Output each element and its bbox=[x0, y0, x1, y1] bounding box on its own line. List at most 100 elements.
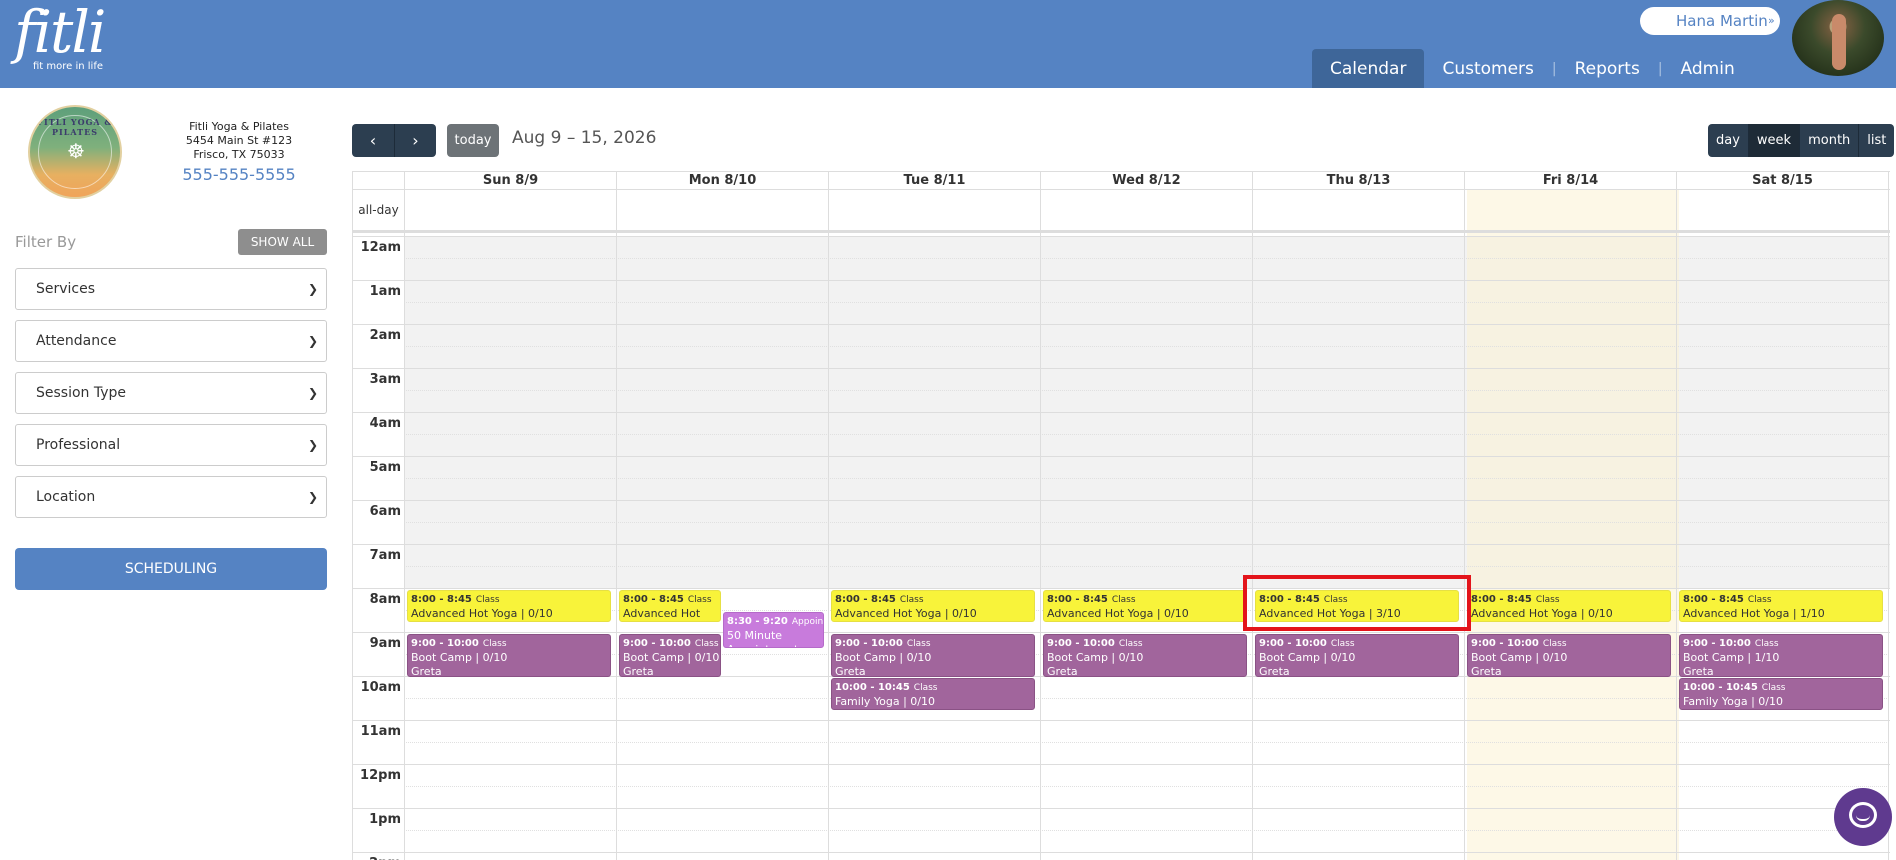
selection-highlight bbox=[1243, 575, 1471, 631]
main-nav: Calendar Customers | Reports | Admin bbox=[1312, 49, 1753, 88]
services-select[interactable]: Services ❯ bbox=[15, 268, 327, 310]
event-type: Class bbox=[482, 639, 507, 649]
event-type: Class bbox=[899, 595, 924, 605]
scheduling-button[interactable]: SCHEDULING bbox=[15, 548, 327, 590]
today-button[interactable]: today bbox=[447, 124, 499, 157]
nav-reports[interactable]: Reports bbox=[1557, 49, 1658, 88]
time-slot-row[interactable]: 2pm bbox=[353, 852, 1890, 860]
event-title: Boot Camp | 0/10 bbox=[1259, 651, 1356, 664]
calendar-event[interactable]: 9:00 - 10:00 Class Boot Camp | 0/10 Greta bbox=[1467, 634, 1671, 677]
event-title: Boot Camp | 0/10 bbox=[1471, 651, 1568, 664]
calendar-event[interactable]: 9:00 - 10:00 Class Boot Camp | 0/10 Greta bbox=[1255, 634, 1459, 677]
time-slot-row[interactable]: 1pm bbox=[353, 808, 1890, 852]
event-type: Class bbox=[1535, 595, 1560, 605]
event-time: 8:00 - 8:45 bbox=[835, 594, 896, 605]
all-day-row[interactable]: all-day bbox=[353, 190, 1890, 233]
chevron-down-icon: » bbox=[1768, 14, 1775, 27]
studio-address-line1: 5454 Main St #123 bbox=[185, 134, 293, 147]
nav-calendar[interactable]: Calendar bbox=[1312, 49, 1425, 88]
time-slot-row[interactable]: 12am bbox=[353, 236, 1890, 280]
time-slot-row[interactable]: 12pm bbox=[353, 764, 1890, 808]
time-slot-row[interactable]: 11am bbox=[353, 720, 1890, 764]
day-header-5[interactable]: Fri 8/14 bbox=[1464, 172, 1676, 189]
event-professional: Greta bbox=[1047, 665, 1078, 677]
logo-wordmark: fitli bbox=[14, 0, 106, 66]
day-header-0[interactable]: Sun 8/9 bbox=[404, 172, 616, 189]
view-month-button[interactable]: month bbox=[1799, 124, 1858, 157]
event-title: Boot Camp | 0/10 bbox=[623, 651, 720, 664]
professional-select[interactable]: Professional ❯ bbox=[15, 424, 327, 466]
fitli-logo[interactable]: fitli fit more in life bbox=[14, 0, 106, 72]
chevron-down-icon: ❯ bbox=[307, 438, 318, 452]
view-week-button[interactable]: week bbox=[1747, 124, 1800, 157]
time-slot-row[interactable]: 1am bbox=[353, 280, 1890, 324]
prev-week-button[interactable]: ‹ bbox=[352, 124, 394, 157]
calendar-event[interactable]: 9:00 - 10:00 Class Boot Camp | 0/10 Greta bbox=[831, 634, 1035, 677]
event-professional: Greta bbox=[1259, 665, 1290, 677]
calendar-event[interactable]: 9:00 - 10:00 Class Boot Camp | 0/10 Greta bbox=[407, 634, 611, 677]
calendar-event[interactable]: 10:00 - 10:45 Class Family Yoga | 0/10 bbox=[831, 678, 1035, 710]
session-type-select[interactable]: Session Type ❯ bbox=[15, 372, 327, 414]
next-week-button[interactable]: › bbox=[394, 124, 436, 157]
nav-customers[interactable]: Customers bbox=[1424, 49, 1551, 88]
event-time: 8:00 - 8:45 bbox=[411, 594, 472, 605]
day-header-1[interactable]: Mon 8/10 bbox=[616, 172, 828, 189]
user-avatar[interactable] bbox=[1790, 0, 1886, 78]
time-slot-row[interactable]: 7am bbox=[353, 544, 1890, 588]
event-time: 9:00 - 10:00 bbox=[623, 638, 691, 649]
chevron-down-icon: ❯ bbox=[307, 490, 318, 504]
event-type: Class bbox=[1330, 639, 1355, 649]
attendance-select[interactable]: Attendance ❯ bbox=[15, 320, 327, 362]
studio-logo: FITLI YOGA & PILATES ☸ bbox=[28, 105, 122, 199]
view-day-button[interactable]: day bbox=[1708, 124, 1748, 157]
calendar-event[interactable]: 8:00 - 8:45 Class Advanced Hot Yoga | 0/10 bbox=[407, 590, 611, 622]
day-header-3[interactable]: Wed 8/12 bbox=[1040, 172, 1252, 189]
event-title: Boot Camp | 1/10 bbox=[1683, 651, 1780, 664]
time-label: 8am bbox=[369, 592, 401, 607]
day-header-4[interactable]: Thu 8/13 bbox=[1252, 172, 1464, 189]
time-slot-row[interactable]: 10am bbox=[353, 676, 1890, 720]
time-label: 6am bbox=[369, 504, 401, 519]
chevron-down-icon: ❯ bbox=[307, 334, 318, 348]
top-header: fitli fit more in life Hana Martin » Cal… bbox=[0, 0, 1896, 88]
event-type: Appointment bbox=[791, 617, 824, 627]
time-label: 1pm bbox=[369, 812, 401, 827]
chevron-down-icon: ❯ bbox=[307, 282, 318, 296]
chat-button[interactable] bbox=[1834, 788, 1892, 846]
time-slot-row[interactable]: 5am bbox=[353, 456, 1890, 500]
time-label: 11am bbox=[360, 724, 401, 739]
time-slot-row[interactable]: 6am bbox=[353, 500, 1890, 544]
day-header-6[interactable]: Sat 8/15 bbox=[1676, 172, 1888, 189]
calendar-event[interactable]: 9:00 - 10:00 Class Boot Camp | 1/10 Greta bbox=[1679, 634, 1883, 677]
calendar-event[interactable]: 8:00 - 8:45 Class Advanced Hot Yoga | 0/10 bbox=[831, 590, 1035, 622]
time-label: 7am bbox=[369, 548, 401, 563]
calendar-event[interactable]: 9:00 - 10:00 Class Boot Camp | 0/10 Greta bbox=[619, 634, 721, 677]
view-list-button[interactable]: list bbox=[1858, 124, 1894, 157]
user-menu-button[interactable]: Hana Martin » bbox=[1640, 7, 1780, 35]
calendar-event[interactable]: 10:00 - 10:45 Class Family Yoga | 0/10 bbox=[1679, 678, 1883, 710]
time-slot-row[interactable]: 2am bbox=[353, 324, 1890, 368]
show-all-button[interactable]: SHOW ALL bbox=[238, 229, 327, 255]
nav-admin[interactable]: Admin bbox=[1663, 49, 1753, 88]
time-label: 4am bbox=[369, 416, 401, 431]
time-slot-row[interactable]: 3am bbox=[353, 368, 1890, 412]
event-title: Advanced Hot Yoga | 0/10 bbox=[1047, 607, 1189, 620]
time-slot-row[interactable]: 4am bbox=[353, 412, 1890, 456]
location-select[interactable]: Location ❯ bbox=[15, 476, 327, 518]
studio-name: Fitli Yoga & Pilates bbox=[189, 120, 289, 133]
event-title: Boot Camp | 0/10 bbox=[411, 651, 508, 664]
filter-by-label: Filter By bbox=[15, 233, 77, 251]
calendar-event[interactable]: 9:00 - 10:00 Class Boot Camp | 0/10 Greta bbox=[1043, 634, 1247, 677]
calendar-event[interactable]: 8:00 - 8:45 Class Advanced Hot Yoga | 0/10 bbox=[1043, 590, 1247, 622]
calendar-event[interactable]: 8:30 - 9:20Appointment50 MinuteAppointme… bbox=[723, 612, 824, 648]
calendar-event[interactable]: 8:00 - 8:45 Class Advanced Hot Yoga | 0/10 bbox=[1467, 590, 1671, 622]
event-title: Advanced Hot Yoga | 1/10 bbox=[1683, 607, 1825, 620]
calendar-event[interactable]: 8:00 - 8:45 Class Advanced Hot Yoga | 1/10 bbox=[1679, 590, 1883, 622]
day-header-2[interactable]: Tue 8/11 bbox=[828, 172, 1040, 189]
event-professional: Greta bbox=[1471, 665, 1502, 677]
event-time: 9:00 - 10:00 bbox=[1259, 638, 1327, 649]
chevron-down-icon: ❯ bbox=[307, 386, 318, 400]
calendar-event[interactable]: 8:00 - 8:45 Class Advanced Hot bbox=[619, 590, 721, 622]
studio-phone[interactable]: 555-555-5555 bbox=[160, 165, 318, 185]
studio-address-line2: Frisco, TX 75033 bbox=[193, 148, 285, 161]
